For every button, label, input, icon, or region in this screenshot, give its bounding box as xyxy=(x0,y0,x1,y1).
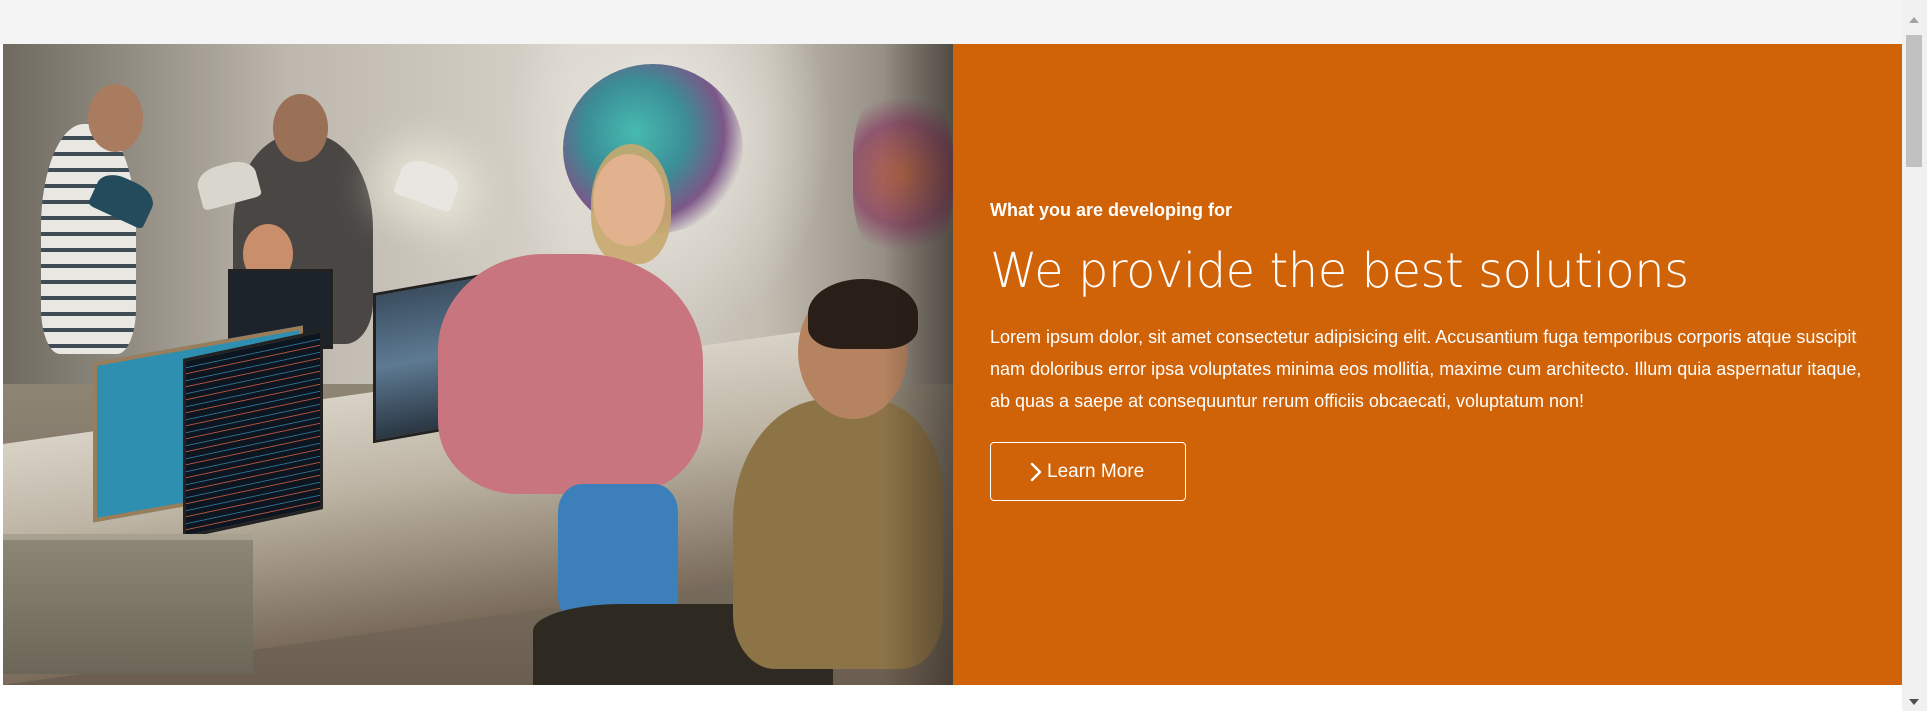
top-band xyxy=(0,0,1902,44)
chevron-right-icon xyxy=(1029,462,1043,482)
hero-headline: We provide the best solutions xyxy=(990,243,1689,299)
hero-body-text: Lorem ipsum dolor, sit amet consectetur … xyxy=(990,327,1862,411)
hero-content-panel: What you are developing for We provide t… xyxy=(953,44,1902,685)
hero-eyebrow: What you are developing for xyxy=(990,200,1233,220)
hero-photo xyxy=(3,44,953,685)
vertical-scrollbar[interactable] xyxy=(1902,0,1927,711)
scroll-down-icon[interactable] xyxy=(1908,694,1920,705)
learn-more-label: Learn More xyxy=(1047,460,1145,482)
learn-more-button[interactable]: Learn More xyxy=(990,442,1186,501)
scrollbar-thumb[interactable] xyxy=(1906,35,1922,167)
scroll-up-icon[interactable] xyxy=(1908,12,1920,23)
hero-section: What you are developing for We provide t… xyxy=(3,44,1902,685)
